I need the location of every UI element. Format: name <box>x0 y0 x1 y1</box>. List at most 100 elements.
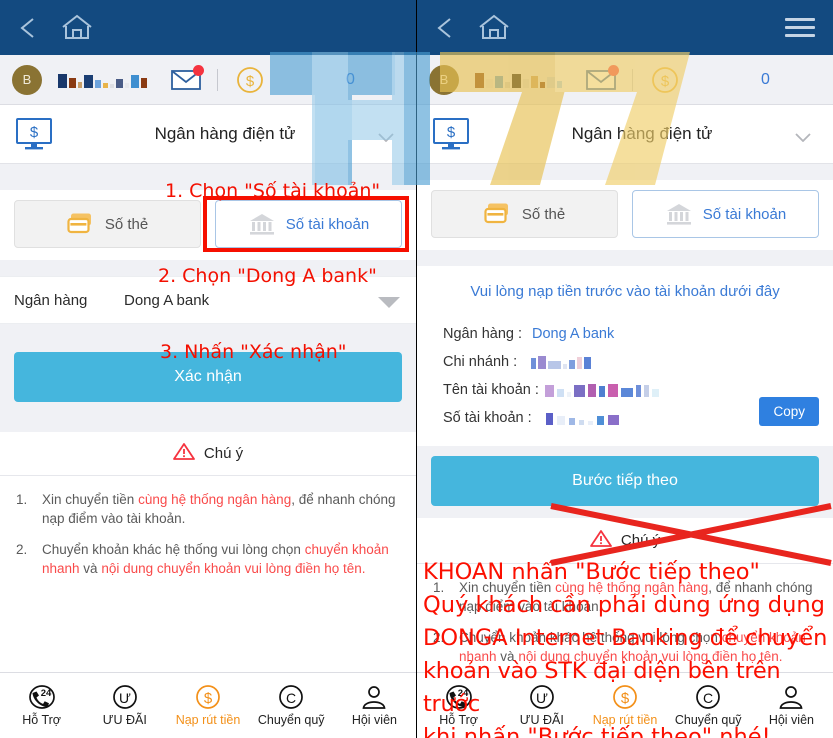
section-header[interactable]: $ Ngân hàng điện tử <box>417 105 833 164</box>
nav-item-uu-dai[interactable]: Ư ƯU ĐÃI <box>83 684 166 727</box>
unread-badge-dot <box>608 64 619 76</box>
credit-cards-icon <box>67 212 95 236</box>
hamburger-menu-icon[interactable] <box>785 18 815 38</box>
tab-so-tai-khoan[interactable]: Số tài khoản <box>215 200 402 248</box>
red-line-5: khi nhấn "Bước tiếp theo" nhé! <box>423 724 771 738</box>
transfer-funds-c-icon: C <box>279 685 304 709</box>
divider <box>217 68 218 91</box>
support-24h-phone-icon: 24 <box>28 685 55 709</box>
nav-item-hoi-vien[interactable]: Hội viên <box>333 684 416 727</box>
chevron-left-icon[interactable] <box>16 15 42 41</box>
red-line-1: KHOAN nhấn "Bước tiếp theo" <box>423 559 760 585</box>
annotation-step-3: 3. Nhấn "Xác nhận" <box>160 341 347 363</box>
member-person-icon <box>362 686 386 709</box>
note-title: Chú ý <box>203 445 244 462</box>
nav-item-nap-rut-tien[interactable]: $ Nạp rút tiền <box>166 684 249 727</box>
text-part-red: cùng hệ thống ngân hàng <box>138 492 292 507</box>
chevron-left-icon[interactable] <box>433 15 459 41</box>
next-step-button[interactable]: Bước tiếp theo <box>431 456 819 506</box>
text-part: và <box>79 561 102 576</box>
deposit-withdraw-dollar-icon: $ <box>196 685 220 709</box>
note-title: Chú ý <box>620 532 661 549</box>
home-icon[interactable] <box>60 13 94 43</box>
page-title: Ngân hàng điện tử <box>571 124 713 143</box>
note-header: Chú ý <box>0 432 416 476</box>
username-redacted <box>475 72 562 88</box>
unread-badge-dot <box>193 64 204 76</box>
nav-item-ho-tro[interactable]: 24 Hỗ Trợ <box>0 684 83 727</box>
table-row: Ngân hàng : Dong A bank <box>417 320 833 348</box>
nav-label: Hỗ Trợ <box>22 713 61 727</box>
chevron-down-icon[interactable] <box>378 129 394 143</box>
bottom-navigation: 24 Hỗ Trợ Ư ƯU ĐÃI $ Nạp rút tiền C Chuy… <box>0 672 416 738</box>
bank-building-icon <box>665 202 693 226</box>
svg-text:Ư: Ư <box>119 690 131 706</box>
row-value-redacted <box>545 412 619 425</box>
avatar[interactable]: B <box>429 64 459 95</box>
svg-text:24: 24 <box>40 688 51 699</box>
envelope-icon[interactable] <box>586 64 619 91</box>
tab-so-the[interactable]: Số thẻ <box>431 190 618 238</box>
text-part: Chuyển khoản khác hệ thống vui lòng chọn <box>42 542 305 557</box>
bank-select-label: Ngân hàng <box>14 291 88 309</box>
home-icon[interactable] <box>477 13 511 43</box>
chevron-down-icon[interactable] <box>795 129 811 143</box>
bank-select-value: Dong A bank <box>124 291 210 309</box>
list-item: 1. Xin chuyển tiền cùng hệ thống ngân hà… <box>16 490 400 528</box>
nav-label: ƯU ĐÃI <box>102 713 147 727</box>
envelope-icon[interactable] <box>171 64 204 91</box>
svg-text:C: C <box>286 690 296 706</box>
note-body: 1. Xin chuyển tiền cùng hệ thống ngân hà… <box>0 476 416 602</box>
copy-button[interactable]: Copy <box>759 397 819 426</box>
nav-label: Nạp rút tiền <box>175 713 241 727</box>
svg-text:$: $ <box>661 73 670 90</box>
username-redacted <box>58 72 147 88</box>
bank-building-icon <box>248 212 276 236</box>
row-value: Dong A bank <box>532 326 615 342</box>
tab-so-the[interactable]: Số thẻ <box>14 200 201 248</box>
page-title: Ngân hàng điện tử <box>154 124 296 143</box>
tab-so-tai-khoan[interactable]: Số tài khoản <box>632 190 819 238</box>
text-part: Xin chuyển tiền <box>42 492 139 507</box>
tab-so-the-label: Số thẻ <box>521 205 566 223</box>
list-item-text: Chuyển khoản khác hệ thống vui lòng chọn… <box>42 540 400 578</box>
tab-so-tai-khoan-label: Số tài khoản <box>285 215 370 233</box>
red-line-4: khoản vào STK đại diện bên trên trước <box>423 658 781 717</box>
promotion-u-icon: Ư <box>112 685 137 709</box>
top-app-bar <box>417 0 833 55</box>
divider <box>632 68 633 91</box>
row-key: Tên tài khoản : <box>443 382 539 398</box>
user-status-bar: B $ 0 <box>417 55 833 105</box>
deposit-method-tabs: Số thẻ Số tài khoản <box>417 180 833 250</box>
user-status-bar: B $ 0 <box>0 55 416 105</box>
red-warning-overlay: KHOAN nhấn "Bước tiếp theo" Quý khách cầ… <box>423 556 833 738</box>
nav-item-chuyen-quy[interactable]: C Chuyển quỹ <box>250 684 333 727</box>
section-header[interactable]: $ Ngân hàng điện tử <box>0 105 416 164</box>
list-item-number: 1. <box>16 492 28 507</box>
next-button-wrap: Bước tiếp theo <box>417 446 833 518</box>
table-row: Chi nhánh : <box>417 348 833 376</box>
caret-down-icon[interactable] <box>378 297 400 308</box>
svg-text:$: $ <box>246 73 255 90</box>
spacer <box>0 416 416 432</box>
list-item: 2. Chuyển khoản khác hệ thống vui lòng c… <box>16 540 400 578</box>
warning-triangle-icon <box>173 442 195 465</box>
tab-so-tai-khoan-label: Số tài khoản <box>702 205 787 223</box>
row-value-redacted <box>531 355 592 369</box>
avatar[interactable]: B <box>12 64 42 95</box>
list-item-text: Xin chuyển tiền cùng hệ thống ngân hàng,… <box>42 490 400 528</box>
warning-triangle-icon <box>590 529 612 552</box>
spacer <box>417 250 833 266</box>
tab-so-the-label: Số thẻ <box>104 215 149 233</box>
dollar-coin-icon[interactable]: $ <box>651 66 679 94</box>
dollar-coin-icon[interactable]: $ <box>236 66 264 94</box>
list-item-number: 2. <box>16 542 28 557</box>
balance-amount: 0 <box>346 70 355 88</box>
annotation-step-2: 2. Chọn "Dong A bank" <box>158 265 377 287</box>
deposit-hint-text: Vui lòng nạp tiền trước vào tài khoản dư… <box>417 266 833 316</box>
balance-amount: 0 <box>761 70 770 88</box>
row-key: Số tài khoản : <box>443 410 532 426</box>
nav-label: Chuyển quỹ <box>257 713 325 727</box>
annotation-step-1: 1. Chọn "Số tài khoản" <box>165 180 381 202</box>
left-panel: B $ 0 $ Ngân hàng điện tử Số thẻ Số tài … <box>0 0 416 738</box>
